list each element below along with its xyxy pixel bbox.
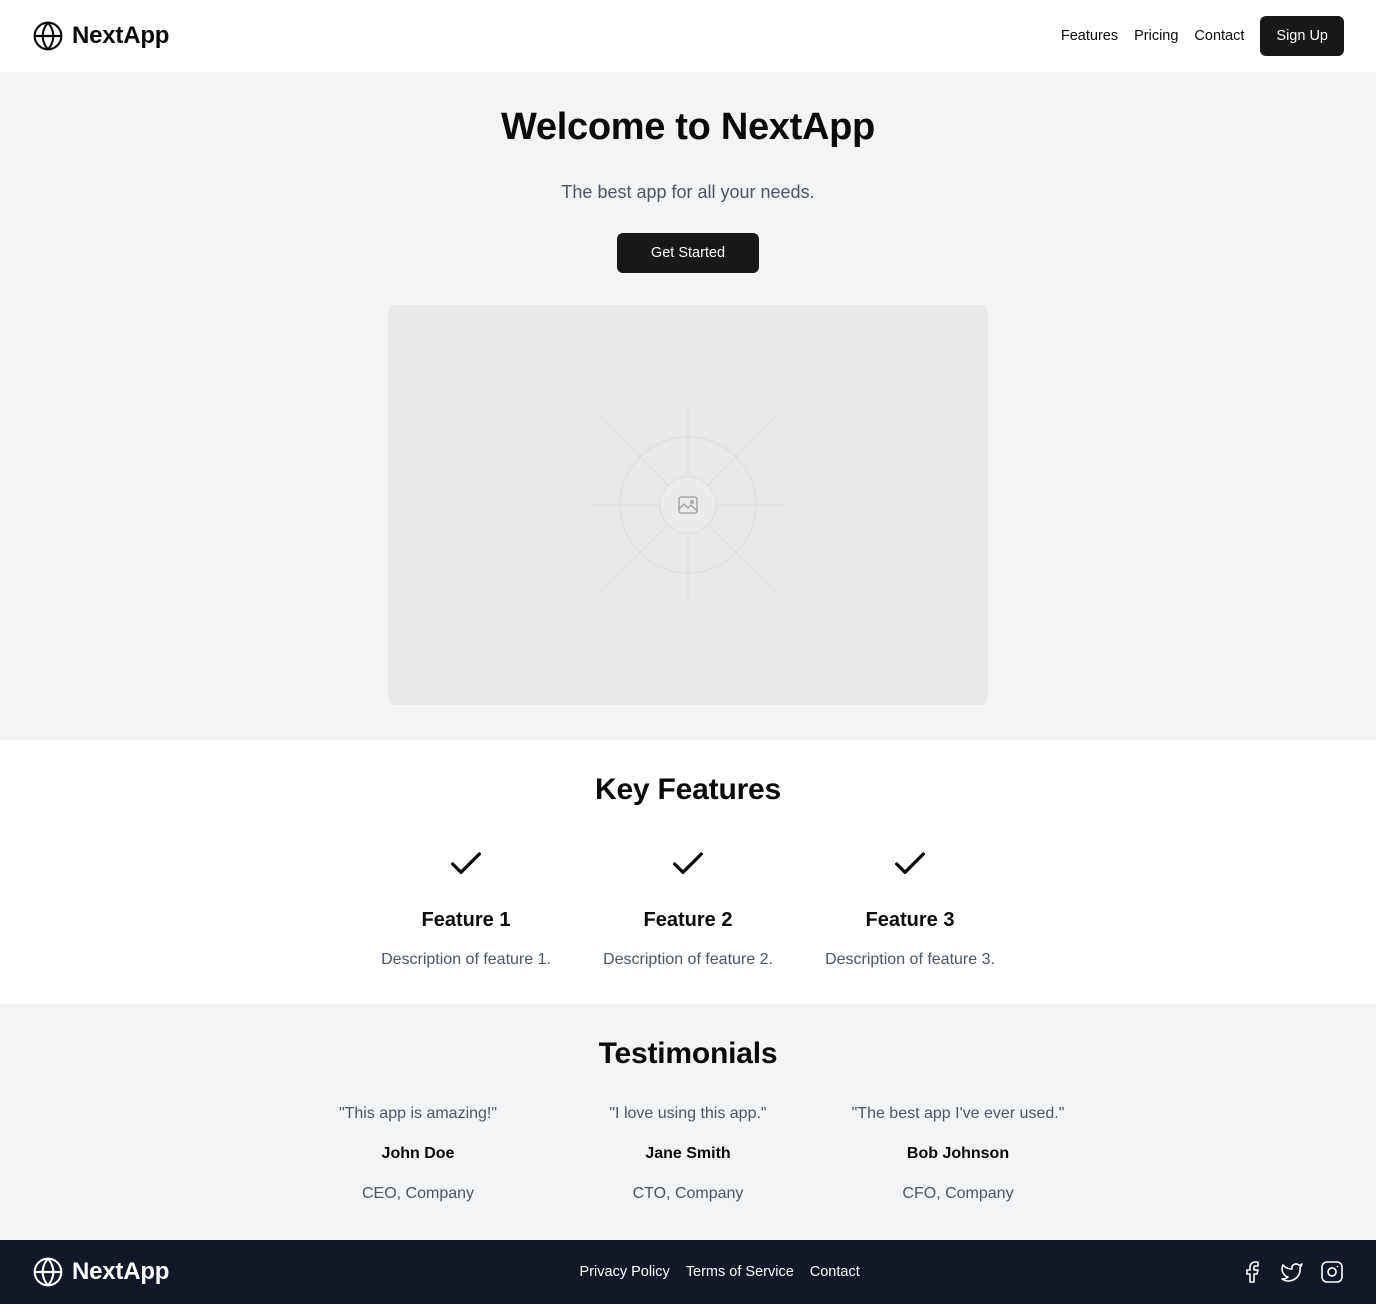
image-placeholder-icon — [593, 410, 783, 600]
testimonial-author: Bob Johnson — [906, 1145, 1010, 1162]
hero-image — [388, 305, 988, 705]
main-nav: Features Pricing Contact Sign Up — [1061, 16, 1344, 56]
footer-brand[interactable]: NextApp — [32, 1256, 169, 1288]
testimonial-quote: "I love using this app." — [609, 1105, 767, 1122]
feature-list: Feature 1 Description of feature 1. Feat… — [366, 844, 1010, 972]
feature-card: Feature 2 Description of feature 2. — [588, 844, 788, 972]
nav-link-features[interactable]: Features — [1061, 28, 1118, 44]
feature-title: Feature 3 — [865, 909, 955, 931]
facebook-icon[interactable] — [1240, 1260, 1264, 1284]
testimonial-card: "This app is amazing!" John Doe CEO, Com… — [303, 1102, 533, 1206]
social-links — [1240, 1260, 1344, 1284]
site-header: NextApp Features Pricing Contact Sign Up — [0, 0, 1376, 72]
globe-icon — [33, 21, 63, 51]
nav-link-pricing[interactable]: Pricing — [1134, 28, 1178, 44]
footer-link-terms-of-service[interactable]: Terms of Service — [686, 1264, 794, 1280]
testimonial-card: "I love using this app." Jane Smith CTO,… — [573, 1102, 803, 1206]
brand-logo[interactable]: NextApp — [32, 20, 169, 52]
get-started-button[interactable]: Get Started — [617, 233, 759, 273]
site-footer: NextApp Privacy Policy Terms of Service … — [0, 1240, 1376, 1304]
nav-link-contact[interactable]: Contact — [1194, 28, 1244, 44]
hero-section: Welcome to NextApp The best app for all … — [0, 72, 1376, 740]
testimonial-role: CEO, Company — [361, 1185, 475, 1202]
testimonial-role: CTO, Company — [632, 1185, 744, 1202]
brand-name: NextApp — [72, 22, 170, 49]
footer-nav: Privacy Policy Terms of Service Contact — [580, 1264, 860, 1280]
testimonial-role: CFO, Company — [902, 1185, 1014, 1202]
testimonials-section: Testimonials "This app is amazing!" John… — [0, 1004, 1376, 1240]
feature-description: Description of feature 3. — [825, 951, 995, 968]
sign-up-button[interactable]: Sign Up — [1260, 16, 1344, 56]
features-title: Key Features — [594, 773, 782, 806]
testimonial-list: "This app is amazing!" John Doe CEO, Com… — [303, 1102, 1073, 1206]
feature-card: Feature 3 Description of feature 3. — [810, 844, 1010, 972]
testimonials-title: Testimonials — [598, 1037, 778, 1070]
globe-icon — [33, 1257, 63, 1287]
footer-link-contact[interactable]: Contact — [810, 1264, 860, 1280]
testimonial-quote: "This app is amazing!" — [338, 1105, 498, 1122]
feature-description: Description of feature 1. — [381, 951, 551, 968]
footer-link-privacy-policy[interactable]: Privacy Policy — [580, 1264, 670, 1280]
check-icon — [673, 852, 703, 874]
feature-title: Feature 1 — [421, 909, 511, 931]
feature-description: Description of feature 2. — [603, 951, 773, 968]
testimonial-author: Jane Smith — [645, 1145, 731, 1162]
testimonial-author: John Doe — [381, 1145, 455, 1162]
hero-title: Welcome to NextApp — [501, 106, 875, 148]
testimonial-card: "The best app I've ever used." Bob Johns… — [843, 1102, 1073, 1206]
feature-title: Feature 2 — [643, 909, 733, 931]
testimonial-quote: "The best app I've ever used." — [851, 1105, 1065, 1122]
twitter-icon[interactable] — [1280, 1260, 1304, 1284]
check-icon — [451, 852, 481, 874]
check-icon — [895, 852, 925, 874]
feature-card: Feature 1 Description of feature 1. — [366, 844, 566, 972]
features-section: Key Features Feature 1 Description of fe… — [0, 740, 1376, 1004]
instagram-icon[interactable] — [1320, 1260, 1344, 1284]
hero-subtitle: The best app for all your needs. — [561, 182, 815, 202]
footer-brand-name: NextApp — [72, 1258, 170, 1285]
